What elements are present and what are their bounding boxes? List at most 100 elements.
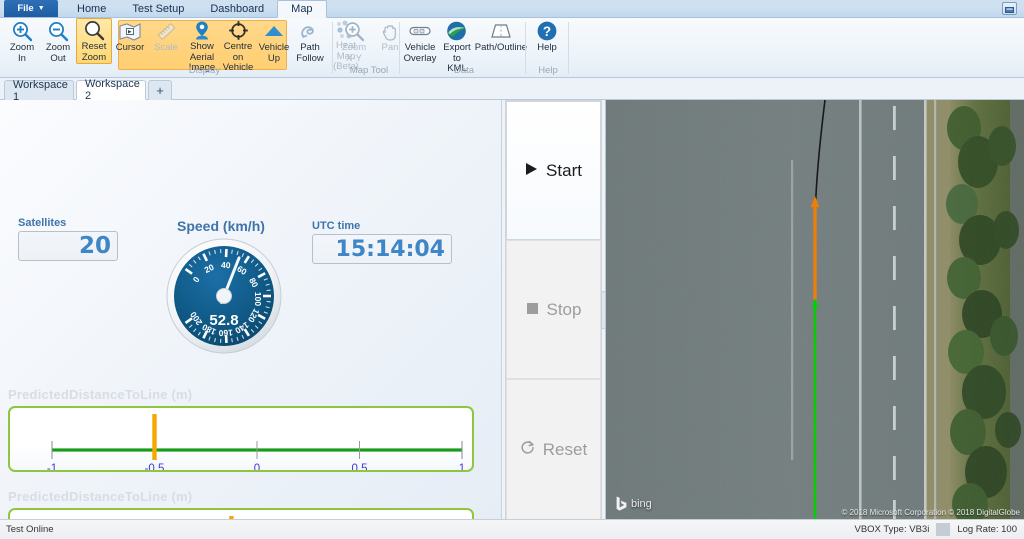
add-workspace-button[interactable]: + [148,80,172,100]
workspace-tab-2-label: Workspace 2 [85,78,140,102]
zoom-in-label: Zoom In [9,42,35,64]
dashboard-panel: Satellites 20 UTC time 15:14:04 Speed (k… [0,100,502,539]
ribbon-tab-map[interactable]: Map [277,0,327,18]
ruler-icon [156,20,177,42]
speed-gauge: 0 20 40 60 80 100 120 140 160 180 200 52.8 [156,238,292,357]
vehicle-overlay-label: Vehicle Overlay [403,42,437,64]
map-aerial-image [606,100,1024,519]
gauge-tick-label: 0 [254,463,260,470]
vehicle-overlay-icon [408,20,432,42]
play-icon [525,161,538,181]
reset-zoom-icon [84,20,105,41]
zoom-xy-button: Zoom X-Y [336,18,372,64]
ribbon-divider [525,22,526,74]
stop-button-label: Stop [546,299,582,319]
svg-text:?: ? [543,24,551,39]
file-menu-button[interactable]: File ▼ [4,0,58,17]
zoom-xy-label: Zoom X-Y [341,42,367,64]
reset-zoom-button[interactable]: Reset Zoom [76,18,112,64]
gauge-b-title: PredictedDistanceToLine (m) [8,489,193,504]
help-question-icon: ? [536,20,558,42]
satellites-label: Satellites [18,217,67,229]
ribbon-divider [399,22,400,74]
restore-window-icon [1005,6,1014,13]
status-log-rate: Log Rate: 100 [957,524,1017,535]
application-window: File ▼ Home Test Setup Dashboard Map Zoo… [0,0,1024,539]
cursor-map-icon [119,20,141,42]
ribbon-divider [332,22,333,74]
start-button-label: Start [546,160,582,180]
centre-on-vehicle-button[interactable]: Centre on Vehicle [220,18,256,73]
export-to-kml-button[interactable]: Export to KML [438,18,476,74]
status-right-group: VBOX Type: VB3i Log Rate: 100 [848,523,1024,536]
workspace-tab-1[interactable]: Workspace 1 × [4,78,81,103]
svg-text:40: 40 [221,260,231,270]
path-outline-button[interactable]: Path/Outline [474,18,528,64]
map-pin-icon [191,20,213,41]
ribbon-tab-dashboard[interactable]: Dashboard [197,0,277,18]
triangle-up-icon [263,20,285,42]
help-button[interactable]: ? Help [528,18,566,64]
ribbon-group-map-tool-label: Map Tool [349,65,389,76]
vehicle-up-label: Vehicle Up [258,42,290,64]
title-bar: File ▼ Home Test Setup Dashboard Map [0,0,1024,18]
gauge-tick-label: 1 [459,463,465,470]
utc-time-label: UTC time [312,220,361,232]
ribbon-group-display: Zoom In Zoom Out Reset Zoom Cursor Scale… [2,18,359,78]
status-left-text: Test Online [6,524,54,535]
cursor-label: Cursor [115,42,145,53]
ribbon-group-map-tool: Zoom X-Y Pan Map Tool [336,18,402,78]
ribbon-group-help: ? Help Help [528,18,568,78]
pan-label: Pan [381,42,399,53]
ribbon-tab-home[interactable]: Home [64,0,119,18]
svg-text:100: 100 [253,292,263,306]
path-follow-button[interactable]: Path Follow [292,18,328,64]
ribbon-group-data-label: Data [453,65,475,76]
reset-circular-arrow-icon [520,440,535,460]
help-label: Help [537,42,557,53]
gauge-tick-label: -0.5 [145,463,165,470]
zoom-xy-icon [344,20,365,42]
zoom-in-button[interactable]: Zoom In [4,18,40,64]
ribbon-group-help-label: Help [538,65,558,76]
map-credit: © 2018 Microsoft Corporation © 2018 Digi… [841,508,1020,517]
zoom-out-icon [48,20,69,42]
status-bar: Test Online VBOX Type: VB3i Log Rate: 10… [0,519,1024,539]
show-aerial-image-button[interactable]: Show Aerial Image [184,18,220,73]
vehicle-up-button[interactable]: Vehicle Up [256,18,292,64]
bing-logo: bing [616,496,652,511]
hand-pan-icon [380,20,400,42]
ribbon-tab-test-setup[interactable]: Test Setup [119,0,197,18]
gauge-a: -1 -0.5 0 0.5 1 [8,406,474,472]
zoom-out-label: Zoom Out [45,42,71,64]
start-button[interactable]: Start [506,101,601,240]
map-view[interactable]: bing © 2018 Microsoft Corporation © 2018… [605,100,1024,519]
gauge-a-title: PredictedDistanceToLine (m) [8,387,193,402]
speed-gauge-title: Speed (km/h) [177,218,265,234]
zoom-in-icon [12,20,33,42]
vehicle-overlay-button[interactable]: Vehicle Overlay [402,18,438,64]
zoom-out-button[interactable]: Zoom Out [40,18,76,64]
bing-logo-label: bing [631,497,652,510]
path-outline-label: Path/Outline [474,42,528,53]
speed-gauge-svg: 020 40 6080100120140160180200 52.8 [166,238,282,354]
workspace-tab-1-label: Workspace 1 [13,78,68,103]
test-control-panel: ⤢ ✕ Start Stop Reset [505,100,606,520]
satellites-value: 20 [18,231,118,261]
stop-square-icon [526,300,539,320]
ribbon-tab-strip: Home Test Setup Dashboard Map [64,0,327,18]
svg-text:160: 160 [218,328,233,339]
status-separator [936,523,951,536]
path-loop-icon [299,20,321,42]
status-vbox-type: VBOX Type: VB3i [854,524,930,535]
path-follow-label: Path Follow [296,42,324,64]
utc-time-value: 15:14:04 [312,234,452,264]
workspace-tab-2[interactable]: Workspace 2 × [76,78,153,102]
cursor-button[interactable]: Cursor [112,18,148,64]
restore-window-button[interactable] [1002,2,1017,15]
chevron-down-icon: ▼ [37,5,45,12]
stop-button: Stop [506,240,601,379]
file-menu-label: File [17,3,34,14]
crosshair-icon [228,20,249,41]
export-kml-icon [445,20,468,42]
